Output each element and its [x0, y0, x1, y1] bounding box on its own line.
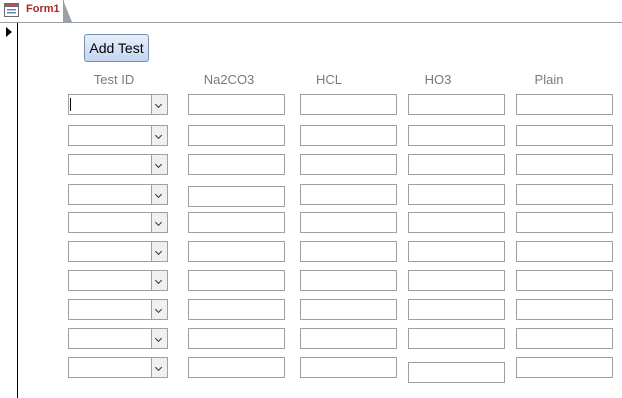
chevron-down-icon[interactable]	[151, 329, 167, 348]
na2co3-field[interactable]	[188, 328, 285, 349]
test-id-combo[interactable]	[68, 299, 168, 320]
ho3-field[interactable]	[408, 362, 505, 383]
plain-field[interactable]	[516, 328, 613, 349]
plain-field[interactable]	[516, 184, 613, 205]
plain-field[interactable]	[516, 241, 613, 262]
plain-field[interactable]	[516, 94, 613, 115]
hcl-field[interactable]	[300, 270, 397, 291]
test-id-combo[interactable]	[68, 94, 168, 115]
test-id-combo[interactable]	[68, 328, 168, 349]
header-ho3: HO3	[424, 72, 452, 87]
test-id-combo[interactable]	[68, 125, 168, 146]
plain-field[interactable]	[516, 125, 613, 146]
test-id-combo[interactable]	[68, 270, 168, 291]
chevron-down-icon[interactable]	[151, 95, 167, 114]
test-id-combo[interactable]	[68, 154, 168, 175]
chevron-down-icon[interactable]	[151, 126, 167, 145]
ho3-field[interactable]	[408, 154, 505, 175]
na2co3-field[interactable]	[188, 186, 285, 207]
plain-field[interactable]	[516, 212, 613, 233]
chevron-down-icon[interactable]	[151, 185, 167, 204]
plain-field[interactable]	[516, 357, 613, 378]
plain-field[interactable]	[516, 154, 613, 175]
test-id-combo[interactable]	[68, 357, 168, 378]
header-na2co3: Na2CO3	[203, 72, 255, 87]
form-icon	[4, 3, 19, 17]
ho3-field[interactable]	[408, 184, 505, 205]
na2co3-field[interactable]	[188, 299, 285, 320]
tab-label: Form1	[26, 3, 60, 15]
plain-field[interactable]	[516, 270, 613, 291]
add-test-button[interactable]: Add Test	[84, 34, 149, 62]
plain-field[interactable]	[516, 299, 613, 320]
ho3-field[interactable]	[408, 328, 505, 349]
hcl-field[interactable]	[300, 212, 397, 233]
ho3-field[interactable]	[408, 125, 505, 146]
chevron-down-icon[interactable]	[151, 213, 167, 232]
header-plain: Plain	[534, 72, 564, 87]
ho3-field[interactable]	[408, 299, 505, 320]
hcl-field[interactable]	[300, 299, 397, 320]
text-caret	[70, 98, 71, 111]
na2co3-field[interactable]	[188, 154, 285, 175]
test-id-combo[interactable]	[68, 212, 168, 233]
record-selector[interactable]	[0, 23, 18, 398]
header-hcl: HCL	[315, 72, 342, 87]
hcl-field[interactable]	[300, 154, 397, 175]
na2co3-field[interactable]	[188, 270, 285, 291]
chevron-down-icon[interactable]	[151, 155, 167, 174]
hcl-field[interactable]	[300, 241, 397, 262]
current-record-arrow-icon	[6, 27, 12, 37]
test-id-combo[interactable]	[68, 241, 168, 262]
na2co3-field[interactable]	[188, 357, 285, 378]
na2co3-field[interactable]	[188, 94, 285, 115]
hcl-field[interactable]	[300, 125, 397, 146]
chevron-down-icon[interactable]	[151, 358, 167, 377]
header-test_id: Test ID	[93, 72, 135, 87]
document-tab-strip: Form1	[0, 0, 622, 23]
hcl-field[interactable]	[300, 357, 397, 378]
chevron-down-icon[interactable]	[151, 271, 167, 290]
hcl-field[interactable]	[300, 94, 397, 115]
hcl-field[interactable]	[300, 328, 397, 349]
na2co3-field[interactable]	[188, 212, 285, 233]
chevron-down-icon[interactable]	[151, 242, 167, 261]
ho3-field[interactable]	[408, 241, 505, 262]
tab-form1[interactable]: Form1	[0, 0, 72, 22]
test-id-combo[interactable]	[68, 184, 168, 205]
hcl-field[interactable]	[300, 184, 397, 205]
na2co3-field[interactable]	[188, 125, 285, 146]
chevron-down-icon[interactable]	[151, 300, 167, 319]
na2co3-field[interactable]	[188, 241, 285, 262]
ho3-field[interactable]	[408, 212, 505, 233]
ho3-field[interactable]	[408, 94, 505, 115]
ho3-field[interactable]	[408, 270, 505, 291]
